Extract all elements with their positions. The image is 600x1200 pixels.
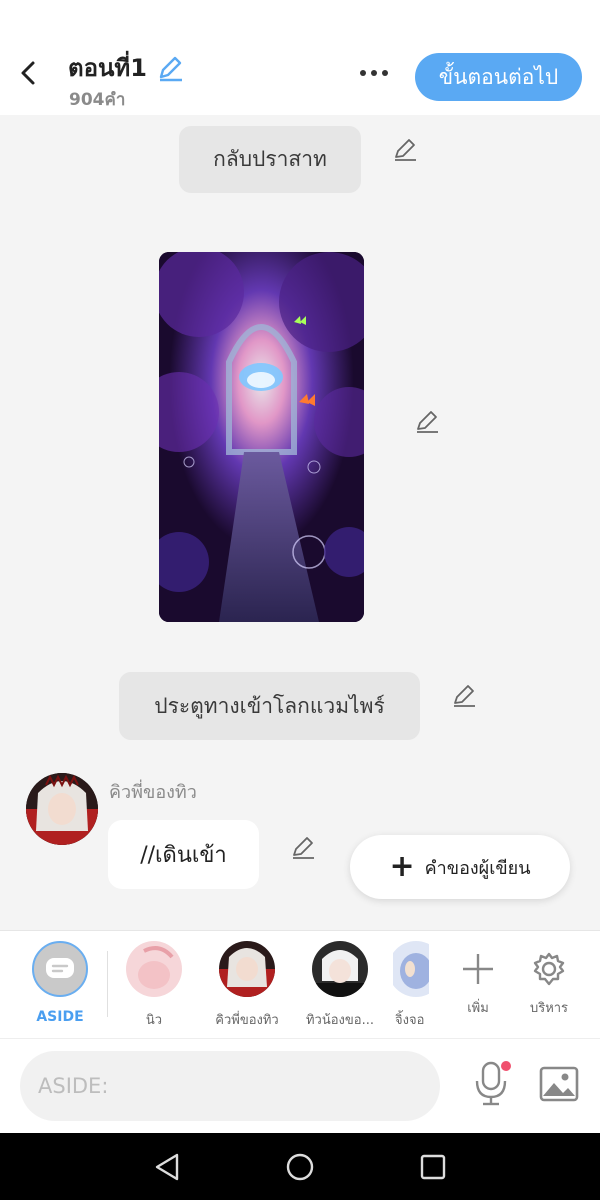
system-nav-bar (0, 1133, 600, 1200)
author-note-label: คำของผู้เขียน (424, 857, 531, 879)
message-bubble[interactable]: //เดินเข้า (108, 820, 259, 889)
pencil-icon (417, 411, 438, 433)
more-options-button[interactable] (352, 58, 396, 88)
edit-image-button[interactable] (412, 406, 442, 436)
edit-message-button[interactable] (288, 832, 318, 862)
chat-area[interactable]: กลับปราสาท ประตูทางเข้าโลกแวมไพร์ คิวพี่… (0, 115, 600, 930)
word-count: 904คำ (69, 90, 126, 110)
back-button[interactable] (14, 58, 42, 88)
edit-caption-button[interactable] (449, 680, 479, 710)
character-name: จิ้งจอ (395, 1013, 425, 1028)
scene-label: กลับปราสาท (213, 147, 327, 171)
manage-label: บริหาร (529, 1001, 569, 1016)
message-character-name: คิวพี่ของทิว (109, 782, 197, 803)
next-step-button[interactable]: ขั้นตอนต่อไป (415, 53, 582, 101)
chat-bubble-icon (46, 958, 74, 978)
scene-bubble[interactable]: กลับปราสาท (179, 126, 361, 193)
image-button[interactable] (538, 1063, 580, 1105)
nav-recents-button[interactable] (416, 1150, 450, 1184)
pencil-icon (293, 837, 314, 859)
edit-scene-button[interactable] (390, 134, 420, 164)
mic-button[interactable] (468, 1061, 514, 1107)
aside-character[interactable]: ASIDE (20, 941, 100, 1025)
edit-title-button[interactable] (155, 53, 185, 83)
character-name: ทิวน้องขอ... (305, 1013, 374, 1028)
character-item[interactable]: ทิวน้องขอ... (300, 941, 380, 1030)
aside-label: ASIDE (36, 1009, 84, 1025)
square-recents-icon (420, 1154, 446, 1180)
character-avatar (312, 941, 368, 997)
episode-title: ตอนที่1 (68, 54, 147, 82)
triangle-back-icon (155, 1153, 179, 1181)
divider (107, 951, 108, 1017)
portal-image (159, 252, 364, 622)
character-avatar (219, 941, 275, 997)
character-avatar (393, 941, 429, 997)
manage-button[interactable]: บริหาร (509, 941, 589, 1018)
character-bar: ASIDE นิว คิวพี่ของทิว ทิวน้องขอ... จิ้ง… (0, 930, 600, 1038)
character-avatar (126, 941, 182, 997)
plus-icon (463, 954, 493, 984)
top-bar: ตอนที่1 904คำ ขั้นตอนต่อไป (0, 0, 600, 115)
character-name: คิวพี่ของทิว (215, 1013, 279, 1028)
nav-back-button[interactable] (150, 1150, 184, 1184)
aside-avatar (32, 941, 88, 997)
gear-icon (533, 952, 565, 986)
more-horizontal-icon (360, 70, 366, 76)
character-avatar[interactable] (26, 773, 98, 845)
avatar-image (26, 773, 98, 845)
circle-home-icon (286, 1153, 314, 1181)
story-image[interactable] (159, 252, 364, 622)
caption-label: ประตูทางเข้าโลกแวมไพร์ (154, 693, 385, 718)
image-icon (539, 1066, 579, 1102)
pencil-icon (159, 56, 182, 81)
mic-icon (475, 1061, 511, 1106)
input-row (0, 1038, 600, 1133)
add-label: เพิ่ม (467, 1001, 489, 1016)
add-character-button[interactable]: เพิ่ม (438, 941, 518, 1018)
character-item[interactable]: คิวพี่ของทิว (207, 941, 287, 1030)
character-name: นิว (145, 1013, 163, 1028)
pencil-icon (395, 139, 416, 161)
character-item[interactable]: จิ้งจอ (393, 941, 429, 1030)
chevron-left-icon (21, 61, 35, 85)
author-note-button[interactable]: + คำของผู้เขียน (350, 835, 570, 899)
caption-bubble[interactable]: ประตูทางเข้าโลกแวมไพร์ (119, 672, 420, 740)
nav-home-button[interactable] (283, 1150, 317, 1184)
message-text: //เดินเข้า (140, 843, 227, 868)
aside-input[interactable] (20, 1051, 440, 1121)
title-row: ตอนที่1 (68, 48, 185, 87)
pencil-icon (454, 685, 475, 707)
plus-icon: + (389, 849, 415, 884)
character-item[interactable]: นิว (114, 941, 194, 1030)
